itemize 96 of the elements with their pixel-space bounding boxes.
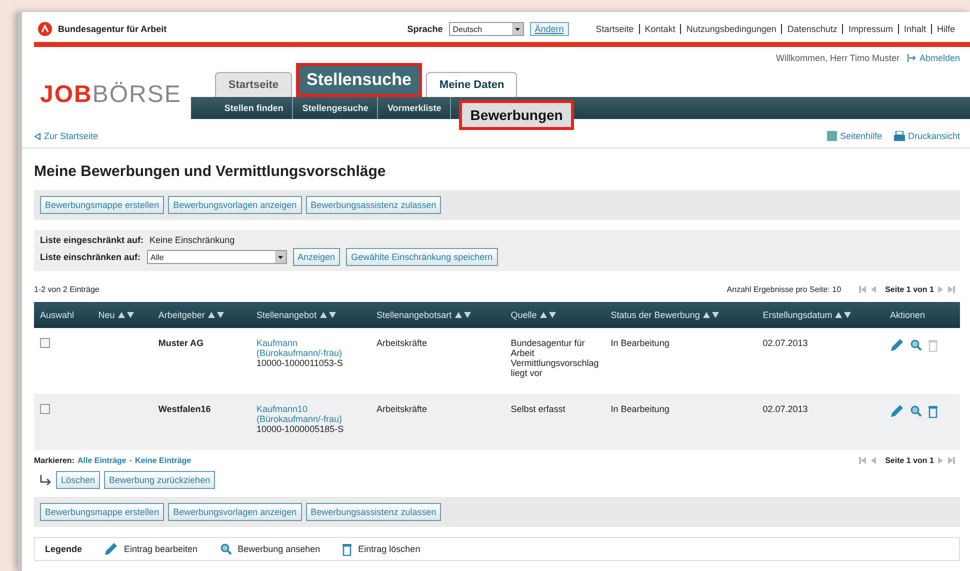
table-cell: In Bearbeitung (604, 328, 757, 394)
column-header[interactable]: Quelle (504, 302, 605, 328)
row-checkbox[interactable] (40, 338, 50, 348)
table-cell: Bundesagentur für Arbeit Vermittlungsvorschlag liegt vor (504, 328, 605, 394)
table-cell: Muster AG (152, 328, 251, 394)
page-indicator: Seite 1 von 1 (885, 456, 934, 465)
table-cell: 02.07.2013 (756, 394, 884, 450)
action-button[interactable]: Bewerbungsvorlagen anzeigen (168, 196, 302, 214)
table-cell: Arbeitskräfte (370, 328, 505, 394)
column-header[interactable]: Status der Bewerbung (604, 302, 757, 328)
language-select[interactable]: Deutsch (448, 22, 524, 36)
column-header: Aktionen (884, 302, 960, 328)
callout-label: Bewerbungen (459, 100, 574, 130)
welcome-text: Willkommen, Herr Timo Muster (776, 53, 900, 63)
per-page-text: Anzahl Ergebnisse pro Seite: 10 (726, 285, 842, 294)
sub-nav-item[interactable]: Stellengesuche (293, 97, 378, 119)
magnifier-icon[interactable] (910, 405, 922, 417)
sub-nav-item[interactable]: Vormerkliste (378, 97, 452, 119)
filter-value: Keine Einschränkung (150, 235, 235, 245)
legend-label: Bewerbung ansehen (238, 544, 320, 554)
printer-icon (894, 131, 905, 141)
trash-icon (928, 338, 938, 352)
column-header[interactable]: Arbeitgeber (152, 302, 251, 328)
help-link[interactable]: Seitenhilfe (826, 131, 882, 141)
back-link[interactable]: Zur Startseite (34, 131, 98, 141)
table-cell: 10000-1000005185-S (256, 424, 344, 434)
filter-label: Liste einschränken auf: (40, 252, 141, 262)
page-title: Meine Bewerbungen und Vermittlungsvorschläge (34, 163, 387, 180)
separator-text: - (129, 456, 132, 465)
logout-icon (907, 54, 916, 62)
select-all-link[interactable]: Alle Einträge (77, 456, 126, 465)
bulk-button[interactable]: Bewerbung zurückziehen (104, 471, 216, 489)
table-cell: Westfalen16 (152, 394, 251, 450)
select-none-link[interactable]: Keine Einträge (135, 456, 192, 465)
header-link[interactable]: Kontakt (638, 24, 680, 34)
sub-nav-item[interactable]: Stellen finden (215, 97, 294, 119)
action-button[interactable]: Bewerbungsassistenz zulassen (306, 196, 442, 214)
offer-link[interactable]: Kaufmann10 (Bürokaufmann/-frau) (256, 404, 365, 424)
header-link[interactable]: Hilfe (930, 24, 960, 34)
column-header: Auswahl (34, 302, 92, 328)
mark-label: Markieren: (34, 456, 74, 465)
show-button[interactable]: Anzeigen (292, 248, 340, 266)
filter-select[interactable]: Alle (146, 250, 287, 264)
header-link[interactable]: Startseite (590, 24, 639, 34)
sort-arrows-icon[interactable] (835, 312, 852, 318)
table-cell: Selbst erfasst (504, 394, 605, 450)
legend-label: Eintrag löschen (358, 544, 420, 554)
page-indicator: Seite 1 von 1 (885, 285, 934, 294)
logo: JOBBÖRSE (39, 81, 182, 110)
back-arrow-icon (34, 132, 41, 140)
sort-arrows-icon[interactable] (702, 312, 719, 318)
legend-label: Eintrag bearbeiten (124, 544, 198, 554)
offer-link[interactable]: Kaufmann (Bürokaufmann/-frau) (256, 338, 365, 358)
nav-tab[interactable]: Meine Daten (426, 72, 518, 97)
header-link[interactable]: Inhalt (898, 24, 931, 34)
column-header[interactable]: Neu (92, 302, 152, 328)
result-count: 1-2 von 2 Einträge (34, 285, 100, 294)
row-checkbox[interactable] (40, 404, 50, 414)
org-name: Bundesagentur für Arbeit (58, 24, 167, 34)
bulk-button[interactable]: Löschen (56, 471, 100, 489)
legend-title: Legende (45, 544, 82, 554)
sort-arrows-icon[interactable] (208, 312, 224, 318)
trash-icon[interactable] (342, 542, 352, 556)
table-cell: In Bearbeitung (604, 394, 757, 450)
logo-icon (38, 22, 52, 36)
header-link[interactable]: Datenschutz (781, 24, 842, 34)
sort-arrows-icon[interactable] (320, 312, 336, 318)
pencil-icon[interactable] (890, 404, 904, 418)
sort-arrows-icon[interactable] (540, 312, 556, 318)
sort-arrows-icon[interactable] (118, 312, 134, 318)
change-button[interactable]: Ändern (530, 22, 569, 36)
sort-arrows-icon[interactable] (454, 312, 471, 318)
print-link[interactable]: Druckansicht (894, 131, 960, 141)
column-header[interactable]: Erstellungsdatum (756, 302, 884, 328)
column-header[interactable]: Stellenangebotsart (370, 302, 505, 328)
header-link[interactable]: Impressum (842, 24, 898, 34)
trash-icon[interactable] (928, 404, 938, 418)
action-button[interactable]: Bewerbungsassistenz zulassen (306, 503, 442, 521)
logout-link[interactable]: Abmelden (907, 53, 960, 63)
help-icon (826, 131, 837, 141)
column-header[interactable]: Stellenangebot (250, 302, 371, 328)
corner-arrow-icon (40, 475, 52, 485)
magnifier-icon[interactable] (220, 543, 232, 555)
table-cell: 10000-1000011053-S (256, 358, 343, 368)
action-button[interactable]: Bewerbungsmappe erstellen (40, 196, 164, 214)
table-cell: 02.07.2013 (756, 328, 884, 394)
table-cell: Arbeitskräfte (370, 394, 505, 450)
filter-label: Liste eingeschränkt auf: (40, 235, 144, 245)
action-button[interactable]: Bewerbungsvorlagen anzeigen (168, 503, 302, 521)
nav-tab[interactable]: Startseite (215, 72, 292, 97)
save-filter-button[interactable]: Gewählte Einschränkung speichern (346, 248, 498, 266)
callout-label: Stellensuche (296, 63, 422, 97)
header-link[interactable]: Nutzungsbedingungen (680, 24, 782, 34)
action-button[interactable]: Bewerbungsmappe erstellen (40, 503, 164, 521)
language-label: Sprache (407, 24, 443, 34)
pencil-icon[interactable] (104, 542, 118, 556)
